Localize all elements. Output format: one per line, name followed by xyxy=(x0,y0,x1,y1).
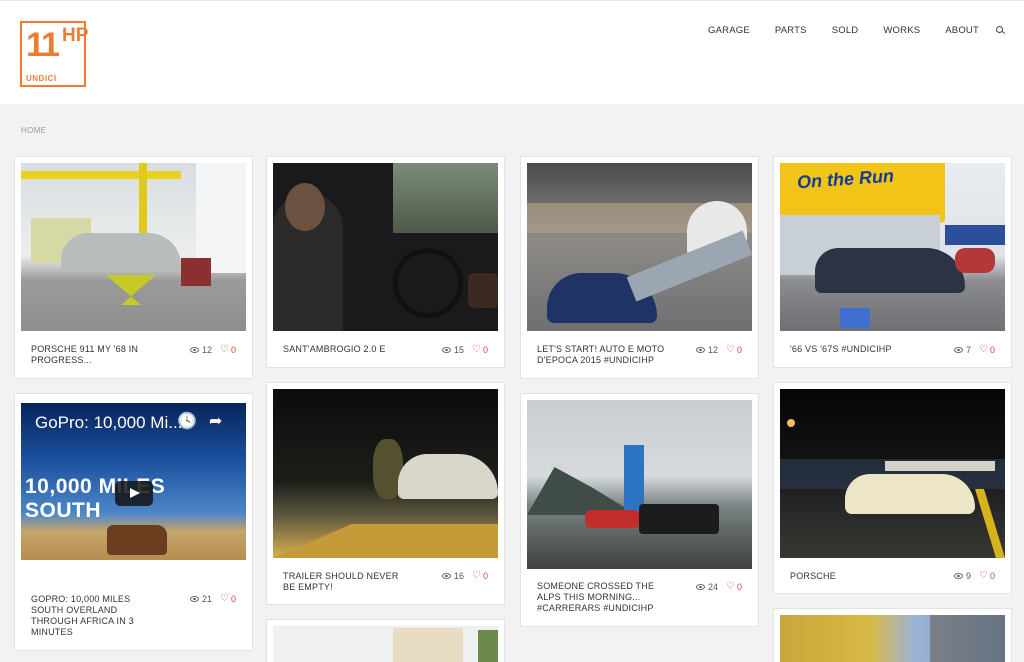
nav-item-garage[interactable]: GARAGE xyxy=(708,25,750,36)
heart-icon[interactable]: ♡ xyxy=(726,582,735,592)
post-card[interactable]: TRAILER SHOULD NEVER BE EMPTY! 16 ♡ 0 xyxy=(266,382,505,605)
post-card[interactable]: LET'S START! AUTO E MOTO D'EPOCA 2015 #U… xyxy=(520,156,759,379)
view-count: 24 xyxy=(708,582,719,592)
post-card[interactable] xyxy=(773,608,1012,662)
video-title[interactable]: GoPro: 10,000 Mi... xyxy=(35,413,182,433)
like-count: 0 xyxy=(482,345,488,355)
post-title[interactable]: GOPRO: 10,000 MILES SOUTH OVERLAND THROU… xyxy=(31,594,149,638)
post-card[interactable]: GoPro: 10,000 Mi... 🕓 ➦ 10,000 MILES SOU… xyxy=(14,393,253,651)
post-thumbnail[interactable] xyxy=(780,389,1005,558)
view-count: 21 xyxy=(202,594,213,604)
post-stats: 16 ♡ 0 xyxy=(442,571,488,581)
view-count: 12 xyxy=(202,345,213,355)
clock-icon[interactable]: 🕓 xyxy=(177,411,197,431)
video-thumbnail[interactable]: GoPro: 10,000 Mi... 🕓 ➦ 10,000 MILES SOU… xyxy=(21,403,246,560)
nav-item-parts[interactable]: PARTS xyxy=(775,25,807,36)
post-stats: 12 ♡ 0 xyxy=(696,345,742,355)
logo-subtitle: UNDICI xyxy=(26,74,57,83)
main-nav: GARAGE PARTS SOLD WORKS ABOUT xyxy=(683,25,1006,36)
eye-icon xyxy=(954,347,963,353)
heart-icon[interactable]: ♡ xyxy=(979,345,988,355)
post-thumbnail[interactable]: On the Run xyxy=(780,163,1005,331)
eye-icon xyxy=(696,347,705,353)
heart-icon[interactable]: ♡ xyxy=(220,345,229,355)
like-count: 0 xyxy=(989,571,995,581)
like-count: 0 xyxy=(230,594,236,604)
post-thumbnail[interactable] xyxy=(273,163,498,331)
heart-icon[interactable]: ♡ xyxy=(726,345,735,355)
heart-icon[interactable]: ♡ xyxy=(220,594,229,604)
post-stats: 15 ♡ 0 xyxy=(442,345,488,355)
post-stats: 21 ♡ 0 xyxy=(190,594,236,604)
view-count: 15 xyxy=(454,345,465,355)
post-card[interactable]: SOMEONE CROSSED THE ALPS THIS MORNING...… xyxy=(520,393,759,627)
site-logo[interactable]: 11 HP UNDICI xyxy=(20,21,89,87)
eye-icon xyxy=(190,596,199,602)
post-card[interactable] xyxy=(266,619,505,662)
breadcrumb[interactable]: HOME xyxy=(21,126,46,135)
view-count: 9 xyxy=(966,571,972,581)
post-card[interactable]: SANT'AMBROGIO 2.0 E 15 ♡ 0 xyxy=(266,156,505,368)
search-icon[interactable] xyxy=(996,25,1006,36)
post-thumbnail[interactable] xyxy=(21,163,246,331)
post-card[interactable]: PORSCHE 911 MY '68 IN PROGRESS... 12 ♡ 0 xyxy=(14,156,253,379)
logo-hp: HP xyxy=(62,25,89,46)
logo-number: 11 xyxy=(26,26,60,64)
post-card[interactable]: On the Run '66 VS '67S #UNDICIHP 7 ♡ 0 xyxy=(773,156,1012,368)
view-count: 16 xyxy=(454,571,465,581)
like-count: 0 xyxy=(482,571,488,581)
play-icon[interactable] xyxy=(115,481,153,506)
like-count: 0 xyxy=(736,582,742,592)
like-count: 0 xyxy=(989,345,995,355)
post-title[interactable]: TRAILER SHOULD NEVER BE EMPTY! xyxy=(283,571,413,593)
view-count: 7 xyxy=(966,345,972,355)
nav-item-sold[interactable]: SOLD xyxy=(832,25,859,36)
post-title[interactable]: '66 VS '67S #UNDICIHP xyxy=(790,344,930,355)
site-header: 11 HP UNDICI GARAGE PARTS SOLD WORKS ABO… xyxy=(0,0,1024,104)
post-title[interactable]: SANT'AMBROGIO 2.0 E xyxy=(283,344,413,355)
post-stats: 12 ♡ 0 xyxy=(190,345,236,355)
post-stats: 9 ♡ 0 xyxy=(954,571,995,581)
post-thumbnail[interactable] xyxy=(527,400,752,569)
nav-item-about[interactable]: ABOUT xyxy=(945,25,979,36)
post-thumbnail[interactable] xyxy=(273,389,498,558)
heart-icon[interactable]: ♡ xyxy=(472,571,481,581)
like-count: 0 xyxy=(736,345,742,355)
post-title[interactable]: LET'S START! AUTO E MOTO D'EPOCA 2015 #U… xyxy=(537,344,672,366)
eye-icon xyxy=(190,347,199,353)
post-thumbnail[interactable] xyxy=(527,163,752,331)
post-stats: 7 ♡ 0 xyxy=(954,345,995,355)
heart-icon[interactable]: ♡ xyxy=(472,345,481,355)
post-thumbnail[interactable] xyxy=(273,626,498,662)
post-thumbnail[interactable] xyxy=(780,615,1005,662)
view-count: 12 xyxy=(708,345,719,355)
post-title[interactable]: PORSCHE 911 MY '68 IN PROGRESS... xyxy=(31,344,161,366)
like-count: 0 xyxy=(230,345,236,355)
share-icon[interactable]: ➦ xyxy=(209,411,222,431)
post-stats: 24 ♡ 0 xyxy=(696,582,742,592)
post-card[interactable]: PORSCHE 9 ♡ 0 xyxy=(773,382,1012,594)
eye-icon xyxy=(442,573,451,579)
eye-icon xyxy=(696,584,705,590)
eye-icon xyxy=(954,573,963,579)
post-title[interactable]: PORSCHE xyxy=(790,571,920,582)
nav-item-works[interactable]: WORKS xyxy=(883,25,920,36)
post-title[interactable]: SOMEONE CROSSED THE ALPS THIS MORNING...… xyxy=(537,581,655,614)
heart-icon[interactable]: ♡ xyxy=(979,571,988,581)
eye-icon xyxy=(442,347,451,353)
